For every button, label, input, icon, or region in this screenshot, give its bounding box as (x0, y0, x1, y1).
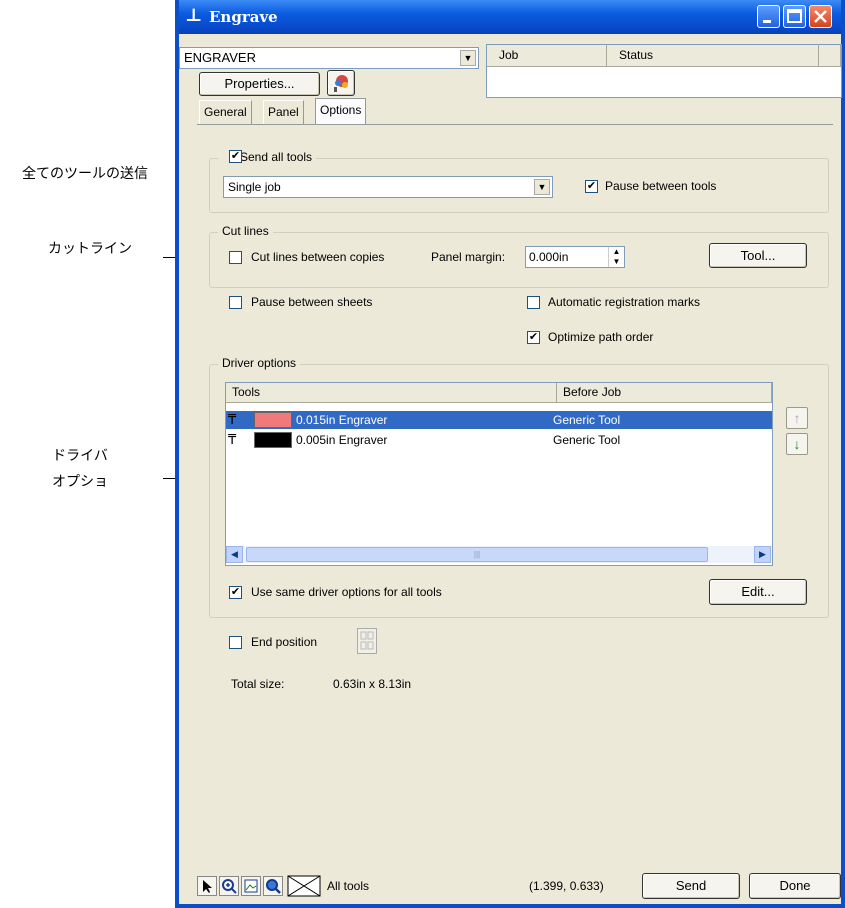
tool-before-job: Generic Tool (553, 433, 621, 447)
send-all-tools-checkbox[interactable]: ✔ (229, 150, 242, 163)
send-mode-value: Single job (228, 180, 281, 194)
panel-margin-value: 0.000in (529, 250, 569, 264)
pause-between-sheets-label: Pause between sheets (251, 295, 373, 309)
send-all-tools-label: Send all tools (240, 150, 313, 164)
pause-between-tools-label: Pause between tools (605, 179, 717, 193)
cut-lines-between-copies-checkbox[interactable] (229, 251, 242, 264)
auto-registration-marks-checkbox[interactable] (527, 296, 540, 309)
driver-options-legend: Driver options (218, 356, 301, 370)
pointer-tool-button[interactable] (197, 876, 217, 896)
envelope-icon (287, 875, 321, 897)
tool-name: 0.005in Engraver (296, 433, 388, 447)
magnifier-icon (266, 879, 281, 894)
window-title: Engrave (209, 8, 278, 26)
auto-registration-marks-label: Automatic registration marks (548, 295, 701, 309)
tool-color-swatch (254, 432, 292, 448)
send-mode-select[interactable]: Single job ▼ (223, 176, 553, 198)
position-grid-icon (360, 631, 374, 650)
device-select-value: ENGRAVER (184, 50, 256, 65)
same-driver-options-label: Use same driver options for all tools (251, 585, 442, 599)
spinner-arrows-icon[interactable]: ▲ ▼ (608, 247, 624, 267)
total-size-value: 0.63in x 8.13in (333, 677, 412, 691)
arrow-down-icon: ↓ (793, 436, 801, 452)
maximize-icon (787, 9, 802, 23)
tool-filter-label: All tools (327, 879, 370, 893)
job-status-list[interactable]: Job Status (486, 44, 842, 98)
horizontal-scrollbar[interactable]: ◀ ||| ▶ (226, 546, 772, 563)
maximize-button[interactable] (783, 5, 806, 28)
annotation-driver-options: ドライバ オプショ (52, 447, 108, 489)
panel-margin-input[interactable]: 0.000in ▲ ▼ (525, 246, 625, 268)
tool-name: 0.015in Engraver (296, 413, 388, 427)
optimize-path-order-checkbox[interactable]: ✔ (527, 331, 540, 344)
envelope-filter-button[interactable] (287, 874, 321, 898)
engrave-window: ⊥ Engrave ENGRAVER ▼ Job Status Properti… (175, 0, 845, 908)
engraver-tool-icon: ₸ (228, 432, 237, 447)
engraver-tool-icon: ₸ (228, 412, 237, 427)
tab-general[interactable]: General (199, 100, 252, 124)
tools-list[interactable]: Tools Before Job ₸ 0.015in Engraver Gene… (225, 382, 773, 566)
close-icon (814, 10, 827, 23)
cut-lines-legend: Cut lines (218, 224, 273, 238)
paint-tool-icon (334, 75, 348, 92)
scroll-right-icon[interactable]: ▶ (754, 546, 771, 563)
tab-panel[interactable]: Panel (263, 100, 304, 124)
tool-button[interactable]: Tool... (709, 243, 807, 268)
close-button[interactable] (809, 5, 832, 28)
pause-between-tools-checkbox[interactable]: ✔ (585, 180, 598, 193)
status-bar: All tools (1.399, 0.633) Send Done (179, 868, 841, 904)
edit-button[interactable]: Edit... (709, 579, 807, 605)
column-header-before-job[interactable]: Before Job (557, 383, 772, 403)
move-down-button[interactable]: ↓ (786, 433, 808, 455)
total-size-label: Total size: (231, 677, 285, 691)
scroll-left-icon[interactable]: ◀ (226, 546, 243, 563)
optimize-path-order-label: Optimize path order (548, 330, 654, 344)
tool-color-swatch (254, 412, 292, 428)
properties-button[interactable]: Properties... (199, 72, 320, 96)
end-position-label: End position (251, 635, 318, 649)
zoom-in-icon (222, 879, 237, 894)
chevron-down-icon[interactable]: ▼ (460, 50, 476, 66)
tab-options[interactable]: Options (315, 98, 367, 125)
arrow-pointer-icon (203, 880, 212, 893)
chevron-down-icon[interactable]: ▼ (534, 179, 550, 195)
annotation-send-all-tools: 全てのツールの送信 (22, 165, 148, 181)
pause-between-sheets-checkbox[interactable] (229, 296, 242, 309)
panel-margin-label: Panel margin: (431, 250, 506, 264)
title-bar[interactable]: ⊥ Engrave (179, 0, 841, 34)
column-header-status[interactable]: Status (607, 45, 819, 67)
same-driver-options-checkbox[interactable]: ✔ (229, 586, 242, 599)
tool-row[interactable]: ₸ 0.015in Engraver Generic Tool (226, 411, 772, 429)
image-preview-icon (244, 879, 258, 893)
minimize-icon (763, 20, 771, 23)
annotation-cut-lines: カットライン (48, 240, 132, 256)
move-up-button[interactable]: ↑ (786, 407, 808, 429)
coordinates-readout: (1.399, 0.633) (529, 879, 604, 893)
arrow-up-icon: ↑ (793, 410, 801, 426)
minimize-button[interactable] (757, 5, 780, 28)
color-tool-button[interactable] (327, 70, 355, 96)
column-header-job[interactable]: Job (487, 45, 607, 67)
end-position-picker[interactable] (357, 628, 377, 654)
send-button[interactable]: Send (642, 873, 740, 899)
tool-row[interactable]: ₸ 0.005in Engraver Generic Tool (226, 431, 772, 449)
tool-before-job: Generic Tool (553, 413, 621, 427)
zoom-tool-button[interactable] (219, 876, 239, 896)
done-button[interactable]: Done (749, 873, 841, 899)
preview-tool-button[interactable] (241, 876, 261, 896)
cut-lines-between-copies-label: Cut lines between copies (251, 250, 385, 264)
scrollbar-thumb[interactable]: ||| (246, 547, 708, 562)
column-header-tools[interactable]: Tools (226, 383, 557, 403)
column-header-empty (819, 45, 841, 67)
end-position-checkbox[interactable] (229, 636, 242, 649)
device-select[interactable]: ENGRAVER ▼ (179, 47, 479, 69)
zoom-fit-button[interactable] (263, 876, 283, 896)
engraver-app-icon: ⊥ (185, 5, 203, 26)
